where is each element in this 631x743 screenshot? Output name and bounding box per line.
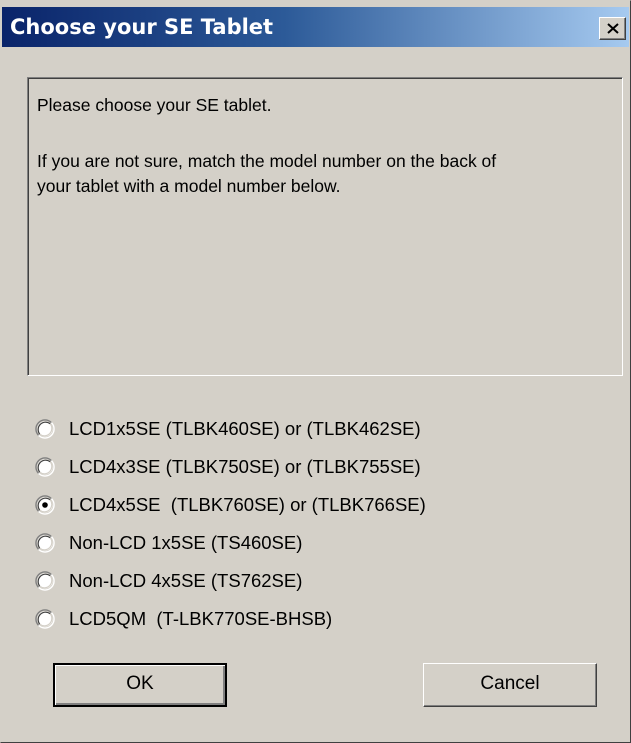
radio-label: LCD1x5SE (TLBK460SE) or (TLBK462SE) [69,418,421,439]
close-icon [607,23,619,34]
radio-option-lcd4x5se[interactable]: LCD4x5SE (TLBK760SE) or (TLBK766SE) [35,492,426,518]
cancel-button[interactable]: Cancel [423,663,597,707]
radio-label: LCD4x3SE (TLBK750SE) or (TLBK755SE) [69,456,421,477]
title-bar[interactable]: Choose your SE Tablet [2,7,629,47]
radio-option-nonlcd4x5se[interactable]: Non-LCD 4x5SE (TS762SE) [35,568,302,594]
radio-button-selected[interactable] [35,495,55,515]
radio-button[interactable] [35,533,55,553]
radio-label: LCD4x5SE (TLBK760SE) or (TLBK766SE) [69,494,426,515]
radio-option-lcd4x3se[interactable]: LCD4x3SE (TLBK750SE) or (TLBK755SE) [35,454,421,480]
radio-button[interactable] [35,609,55,629]
radio-button[interactable] [35,457,55,477]
radio-label: LCD5QM (T-LBK770SE-BHSB) [69,608,333,629]
dialog-window: Choose your SE Tablet Please choose your… [0,0,631,743]
radio-button[interactable] [35,419,55,439]
close-button[interactable] [599,17,626,40]
radio-button[interactable] [35,571,55,591]
ok-button[interactable]: OK [53,663,227,707]
radio-label: Non-LCD 1x5SE (TS460SE) [69,532,303,553]
info-panel: Please choose your SE tablet. If you are… [27,77,623,376]
radio-label: Non-LCD 4x5SE (TS762SE) [69,570,303,591]
radio-option-lcd5qm[interactable]: LCD5QM (T-LBK770SE-BHSB) [35,606,332,632]
info-text-line3: your tablet with a model number below. [37,176,341,196]
radio-option-nonlcd1x5se[interactable]: Non-LCD 1x5SE (TS460SE) [35,530,302,556]
radio-option-lcd1x5se[interactable]: LCD1x5SE (TLBK460SE) or (TLBK462SE) [35,416,421,442]
info-text-line2: If you are not sure, match the model num… [37,151,497,171]
window-title: Choose your SE Tablet [10,15,274,39]
info-text-line1: Please choose your SE tablet. [37,95,272,115]
